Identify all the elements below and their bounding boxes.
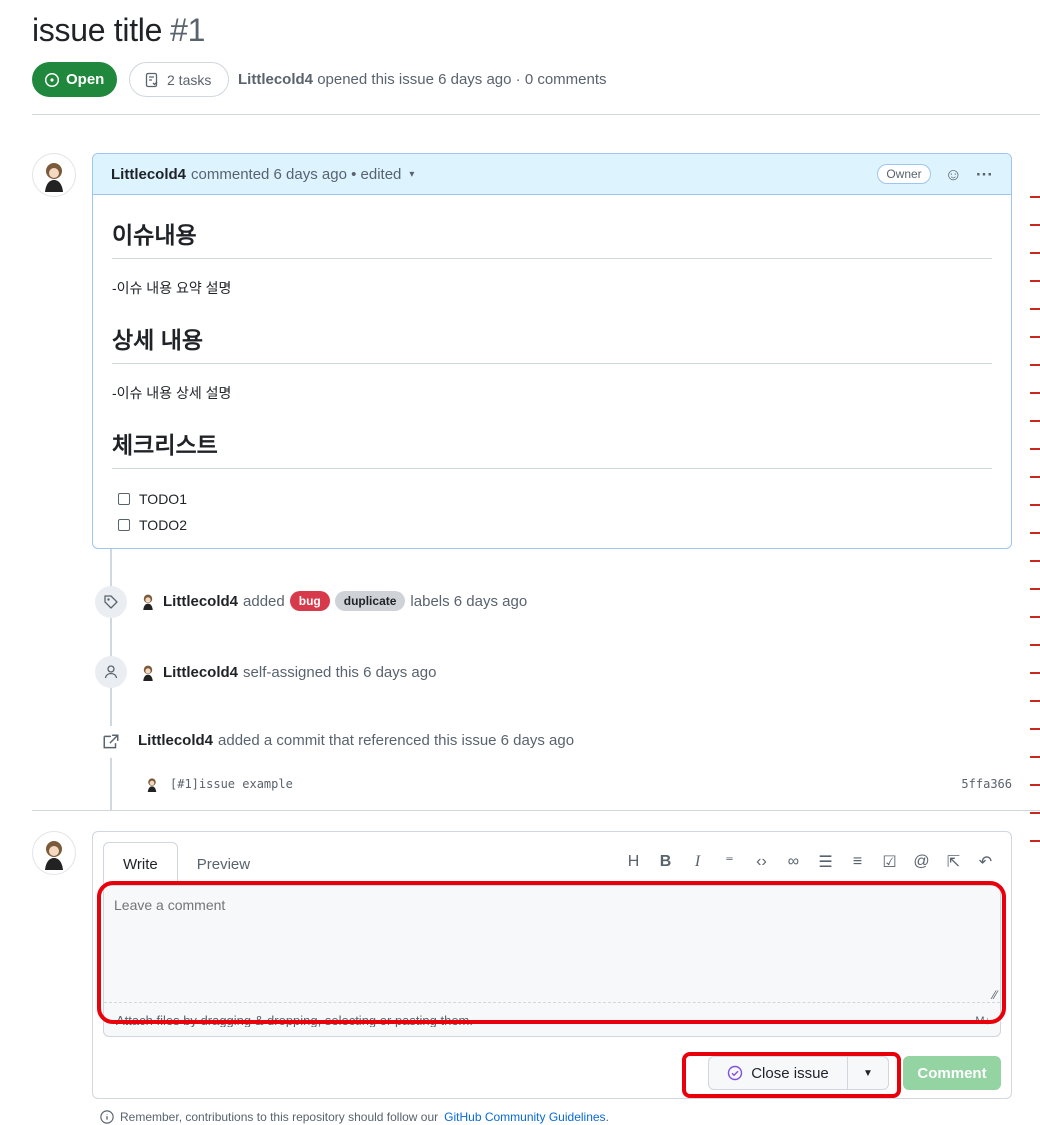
- sidebar-edge: [1030, 170, 1040, 890]
- tasks-badge[interactable]: 2 tasks: [129, 62, 230, 97]
- editor-tabs: Write Preview: [103, 842, 269, 886]
- chevron-down-icon[interactable]: ▾: [409, 169, 414, 180]
- event-actor[interactable]: Littlecold4: [138, 732, 213, 749]
- avatar[interactable]: [142, 774, 162, 794]
- section-heading: 이슈내용: [112, 216, 992, 259]
- event-verb: added: [243, 592, 285, 610]
- commit-row: [#1]issue example 5ffa366: [142, 774, 1012, 794]
- event-text: added a commit that referenced this issu…: [218, 732, 575, 749]
- smiley-icon[interactable]: ☺: [945, 166, 962, 183]
- author-link[interactable]: Littlecold4: [238, 71, 313, 88]
- guidelines-note: Remember, contributions to this reposito…: [100, 1110, 609, 1124]
- issue-meta-text: opened this issue 6 days ago · 0 comment…: [317, 71, 607, 88]
- link-icon[interactable]: ∞: [784, 853, 803, 871]
- timeline-labels-event: Littlecold4 added bug duplicate labels 6…: [138, 591, 527, 611]
- note-text: Remember, contributions to this reposito…: [120, 1110, 439, 1124]
- person-icon: [95, 656, 127, 688]
- task-item: TODO1: [118, 491, 992, 507]
- section-heading: 체크리스트: [112, 426, 992, 469]
- avatar[interactable]: [32, 153, 76, 197]
- commit-sha[interactable]: 5ffa366: [961, 777, 1012, 791]
- task-label: TODO1: [139, 491, 187, 507]
- event-text: labels 6 days ago: [410, 592, 528, 610]
- bold-icon[interactable]: B: [656, 853, 675, 871]
- code-icon[interactable]: ‹›: [752, 853, 771, 871]
- user-avatar-icon: [45, 841, 63, 870]
- avatar[interactable]: [32, 831, 76, 875]
- issue-title: issue title: [32, 12, 163, 48]
- task-item: TODO2: [118, 517, 992, 533]
- owner-badge: Owner: [877, 164, 931, 184]
- undo-icon[interactable]: ↶: [976, 852, 995, 872]
- comment-header: Littlecold4 commented 6 days ago • edite…: [93, 154, 1011, 195]
- quote-icon[interactable]: ⁼: [720, 852, 739, 872]
- tasks-count: 2 tasks: [167, 71, 212, 88]
- section-text: -이슈 내용 상세 설명: [112, 385, 232, 401]
- issue-comment: Littlecold4 commented 6 days ago • edite…: [92, 153, 1012, 549]
- section-heading: 상세 내용: [112, 321, 992, 364]
- markdown-toolbar: H B I ⁼ ‹› ∞ ☰ ≡ ☑ @ ⇱ ↶: [624, 852, 995, 872]
- timeline-commit-event: Littlecold4 added a commit that referenc…: [138, 732, 574, 749]
- mention-icon[interactable]: @: [912, 853, 931, 871]
- issue-number: #1: [170, 12, 206, 48]
- comment-body: 이슈내용 -이슈 내용 요약 설명 상세 내용 -이슈 내용 상세 설명 체크리…: [93, 216, 1011, 533]
- timeline-assign-event: Littlecold4 self-assigned this 6 days ag…: [138, 662, 436, 682]
- task-label: TODO2: [139, 517, 187, 533]
- divider: [32, 114, 1040, 115]
- task-checkbox[interactable]: [118, 519, 130, 531]
- event-actor[interactable]: Littlecold4: [163, 664, 238, 681]
- section-text: -이슈 내용 요약 설명: [112, 280, 232, 296]
- commit-message[interactable]: [#1]issue example: [170, 777, 293, 791]
- comment-meta[interactable]: commented 6 days ago • edited: [191, 166, 401, 183]
- kebab-menu-icon[interactable]: ···: [976, 166, 993, 183]
- task-list-icon[interactable]: ☑: [880, 852, 899, 872]
- heading-icon[interactable]: H: [624, 853, 643, 871]
- task-checkbox[interactable]: [118, 493, 130, 505]
- note-end: .: [605, 1110, 609, 1124]
- highlight-box: [97, 881, 1006, 1024]
- cross-reference-icon: [95, 726, 127, 758]
- status-label: Open: [66, 71, 105, 88]
- event-text: self-assigned this 6 days ago: [243, 663, 437, 681]
- bullet-list-icon[interactable]: ☰: [816, 852, 835, 872]
- avatar[interactable]: [138, 662, 158, 682]
- page-title: issue title #1: [32, 12, 205, 49]
- status-badge: Open: [32, 62, 118, 97]
- italic-icon[interactable]: I: [688, 853, 707, 871]
- guidelines-link[interactable]: GitHub Community Guidelines: [444, 1110, 605, 1124]
- checklist-icon: [145, 72, 158, 87]
- info-icon: [100, 1110, 114, 1124]
- reference-icon[interactable]: ⇱: [944, 852, 963, 872]
- highlight-box: [682, 1052, 901, 1098]
- divider: [32, 810, 1040, 811]
- avatar[interactable]: [138, 591, 158, 611]
- tab-preview[interactable]: Preview: [178, 842, 269, 886]
- issue-meta: Littlecold4 opened this issue 6 days ago…: [238, 71, 607, 88]
- event-actor[interactable]: Littlecold4: [163, 593, 238, 610]
- user-avatar-icon: [45, 163, 63, 192]
- tab-write[interactable]: Write: [103, 842, 178, 886]
- comment-author[interactable]: Littlecold4: [111, 166, 186, 183]
- issue-open-icon: [44, 72, 60, 87]
- label-bug[interactable]: bug: [289, 591, 330, 611]
- comment-button[interactable]: Comment: [903, 1056, 1001, 1090]
- tag-icon: [95, 586, 127, 618]
- numbered-list-icon[interactable]: ≡: [848, 853, 867, 871]
- label-duplicate[interactable]: duplicate: [334, 591, 406, 611]
